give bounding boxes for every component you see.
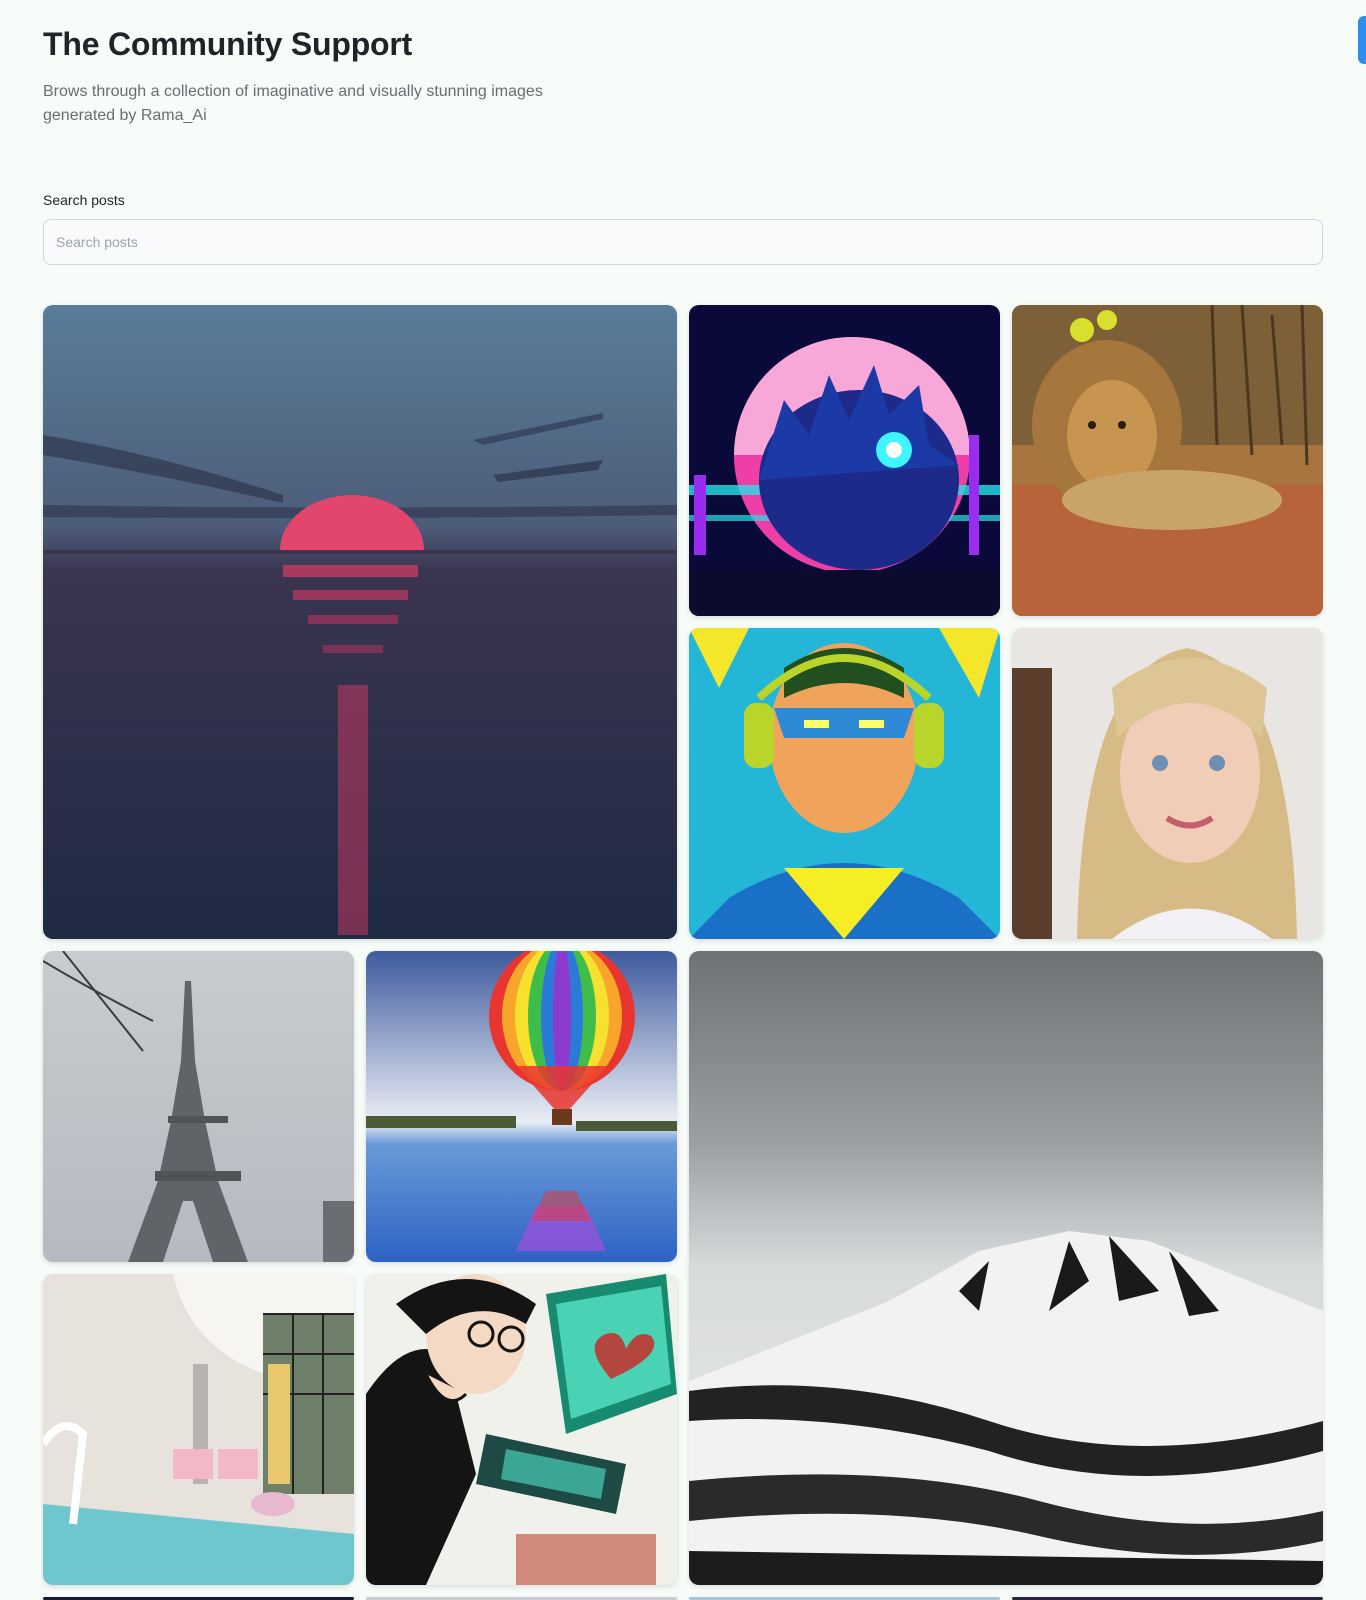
search-label: Search posts	[43, 192, 125, 208]
post-card[interactable]	[1012, 305, 1323, 616]
interior-pool-image	[43, 1274, 354, 1585]
hedgehog-image	[689, 305, 1000, 616]
post-card[interactable]	[689, 305, 1000, 616]
snowy-mountain-image	[689, 951, 1323, 1585]
child-portrait-image	[1012, 628, 1323, 939]
page-subtitle: Brows through a collection of imaginativ…	[43, 83, 543, 124]
post-card[interactable]	[43, 1274, 354, 1585]
post-card[interactable]	[689, 628, 1000, 939]
page-title: The Community Support	[43, 26, 413, 62]
search-input[interactable]	[43, 219, 1323, 265]
post-card[interactable]	[689, 951, 1323, 1585]
computer-heart-image	[366, 1274, 677, 1585]
post-card[interactable]	[43, 305, 677, 939]
hot-air-balloon-image	[366, 951, 677, 1262]
post-card[interactable]	[1012, 628, 1323, 939]
post-card[interactable]	[366, 951, 677, 1262]
post-card[interactable]	[43, 951, 354, 1262]
sunset-image	[43, 305, 677, 939]
lion-image	[1012, 305, 1323, 616]
post-card[interactable]	[366, 1274, 677, 1585]
eiffel-tower-image	[43, 951, 354, 1262]
superhero-image	[689, 628, 1000, 939]
side-tab-button[interactable]	[1358, 16, 1366, 64]
